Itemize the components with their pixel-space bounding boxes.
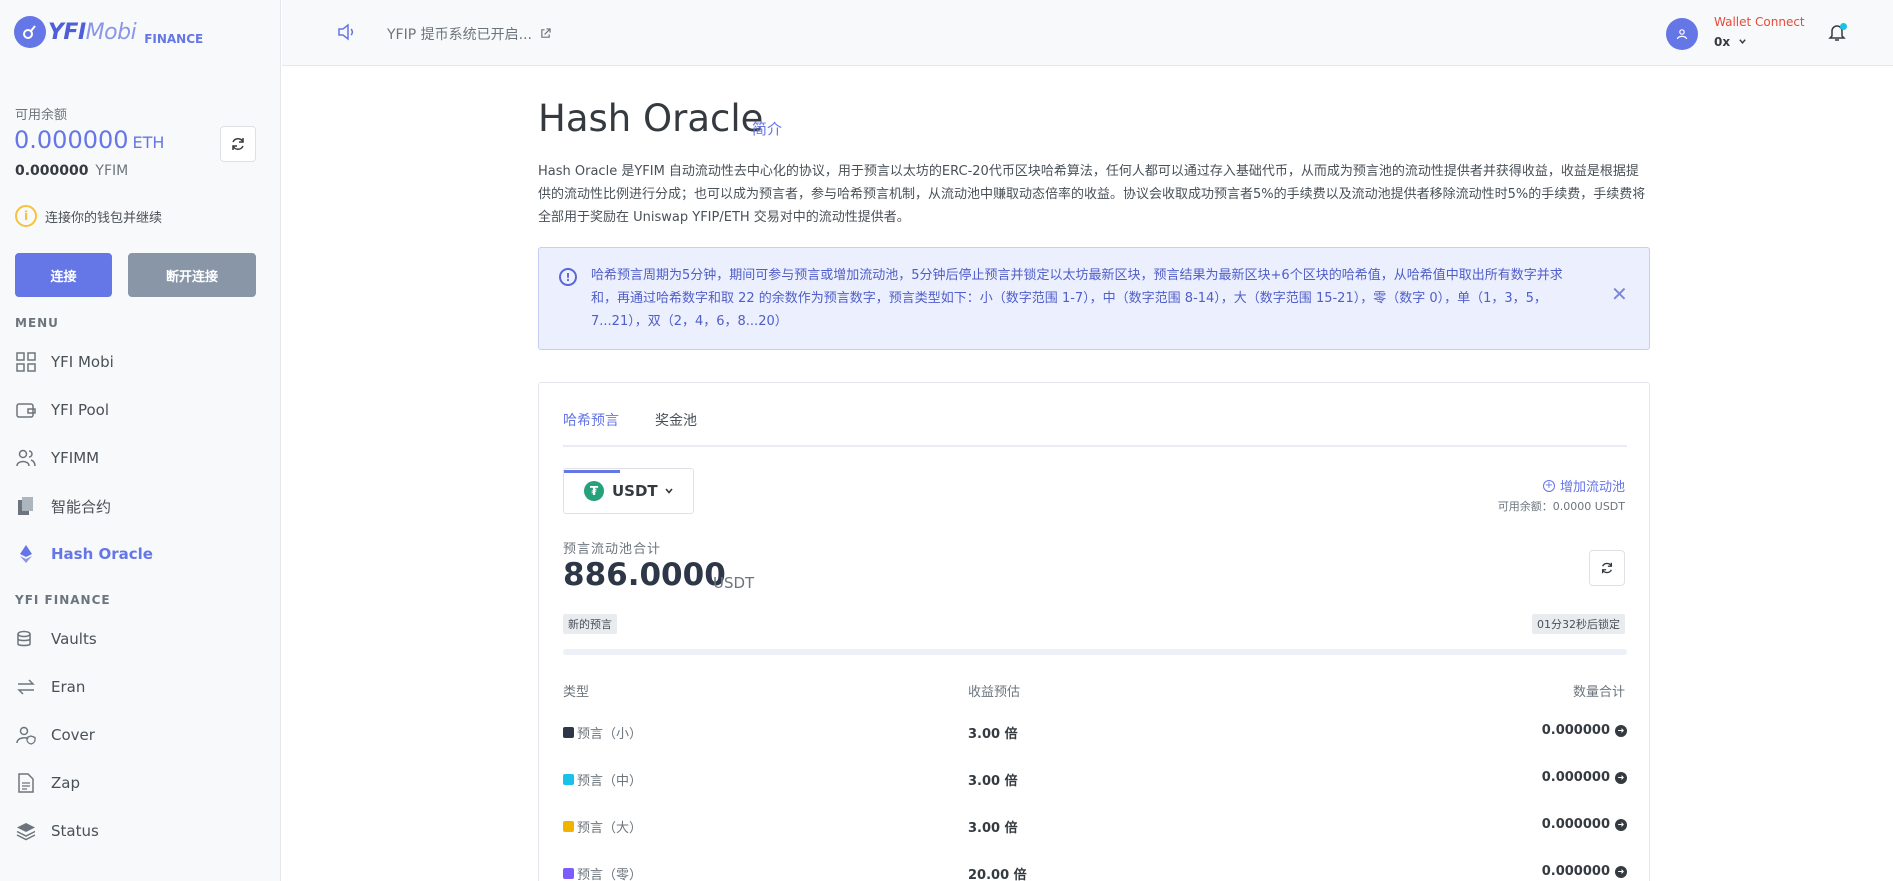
nav-item-smart-contract[interactable]: 智能合约: [15, 492, 111, 520]
lock-countdown-badge: 01分32秒后锁定: [1532, 614, 1625, 634]
row-type: 预言（零）: [577, 868, 643, 881]
documents-icon: [15, 495, 37, 517]
tether-icon: ₮: [584, 481, 604, 501]
page-title: Hash Oracle: [538, 97, 764, 140]
balance-label: 可用余额: [15, 108, 68, 123]
pool-total-label: 预言流动池合计: [563, 542, 662, 557]
tab-prize-pool[interactable]: 奖金池: [655, 410, 697, 430]
available-balance: 可用余额：0.0000 USDT: [1497, 500, 1625, 513]
row-type: 预言（大）: [577, 821, 643, 836]
arrow-right-icon: ➜: [1615, 724, 1627, 737]
row-type: 预言（中）: [577, 774, 643, 789]
alert-info-icon: !: [559, 268, 577, 286]
connect-button[interactable]: 连接: [15, 253, 112, 297]
pool-total-unit: USDT: [713, 574, 755, 592]
users-icon: [15, 447, 37, 469]
plus-circle-icon: +: [1542, 479, 1555, 492]
external-link-icon: [541, 28, 552, 38]
nav-item-yfi-pool[interactable]: YFI Pool: [15, 396, 109, 424]
avatar[interactable]: [1666, 18, 1698, 50]
wallet-icon: [15, 399, 37, 421]
tab-hash-prediction[interactable]: 哈希预言: [563, 410, 620, 473]
finance-section-title: YFI FINANCE: [15, 593, 111, 607]
yfim-balance: 0.000000 YFIM: [15, 163, 129, 179]
nav-item-status[interactable]: Status: [15, 817, 99, 845]
nav-item-zap[interactable]: Zap: [15, 769, 80, 797]
wallet-address-dropdown[interactable]: 0x: [1714, 35, 1747, 49]
refresh-icon: [1601, 562, 1613, 574]
nav-item-yfimm[interactable]: YFIMM: [15, 444, 99, 472]
row-qty-link[interactable]: 0.000000 ➜: [1542, 723, 1627, 738]
arrow-right-icon: ➜: [1615, 771, 1627, 784]
swap-icon: [15, 676, 37, 698]
table-row: 预言（小） 3.00 倍 0.000000 ➜: [563, 723, 1627, 745]
row-qty-link[interactable]: 0.000000 ➜: [1542, 770, 1627, 785]
topbar: YFIP 提币系统已开启... Wallet Connect 0x: [282, 0, 1893, 66]
info-icon: i: [15, 205, 37, 227]
row-odds: 3.00 倍: [968, 774, 1018, 789]
row-type: 预言（小）: [577, 727, 643, 742]
refresh-icon: [232, 138, 244, 150]
logo-mark-icon: [14, 16, 46, 48]
balance-refresh-button[interactable]: [220, 126, 256, 162]
color-swatch: [563, 821, 574, 832]
user-shield-icon: [15, 724, 37, 746]
wallet-notice: i 连接你的钱包并继续: [15, 205, 162, 227]
nav-item-hash-oracle[interactable]: Hash Oracle: [15, 540, 153, 568]
arrow-right-icon: ➜: [1615, 818, 1627, 831]
pool-refresh-button[interactable]: [1589, 550, 1625, 586]
alert-text: 哈希预言周期为5分钟，期间可参与预言或增加流动池，5分钟后停止预言并锁定以太坊最…: [591, 268, 1563, 329]
row-odds: 3.00 倍: [968, 727, 1018, 742]
arrow-right-icon: ➜: [1615, 865, 1627, 878]
page-intro-link[interactable]: 简介: [752, 118, 782, 139]
close-icon[interactable]: ✕: [1611, 282, 1628, 306]
speaker-icon: [337, 22, 357, 46]
chevron-down-icon: [1739, 39, 1747, 44]
info-alert: ! 哈希预言周期为5分钟，期间可参与预言或增加流动池，5分钟后停止预言并锁定以太…: [538, 247, 1650, 350]
brand-logo[interactable]: YFIMobi FINANCE: [14, 16, 203, 48]
eth-balance: 0.000000 ETH: [14, 126, 165, 154]
row-qty-link[interactable]: 0.000000 ➜: [1542, 864, 1627, 879]
pool-total-value: 886.0000: [563, 557, 726, 593]
sidebar: YFIMobi FINANCE 可用余额 0.000000 ETH 0.00000…: [0, 0, 281, 881]
oracle-card: 哈希预言 奖金池 ₮ USDT + 增加流动池 可用余额：0.0000 USDT…: [538, 382, 1650, 881]
notification-dot: [1840, 23, 1847, 30]
tab-bar: 哈希预言 奖金池: [563, 383, 1627, 473]
user-icon: [1676, 29, 1688, 40]
color-swatch: [563, 868, 574, 879]
token-select[interactable]: ₮ USDT: [563, 468, 694, 514]
row-qty-link[interactable]: 0.000000 ➜: [1542, 817, 1627, 832]
table-row: 预言（中） 3.00 倍 0.000000 ➜: [563, 770, 1627, 792]
file-icon: [15, 772, 37, 794]
header-type: 类型: [563, 685, 590, 700]
disconnect-button[interactable]: 断开连接: [128, 253, 256, 297]
add-liquidity-link[interactable]: + 增加流动池: [1542, 476, 1625, 495]
nav-item-vaults[interactable]: Vaults: [15, 625, 97, 653]
color-swatch: [563, 727, 574, 738]
chevron-down-icon: [665, 488, 673, 494]
round-progress-bar: [563, 649, 1627, 655]
page-description: Hash Oracle 是YFIM 自动流动性去中心化的协议，用于预言以太坊的E…: [538, 164, 1646, 225]
nav-item-eran[interactable]: Eran: [15, 673, 85, 701]
nav-item-yfi-mobi[interactable]: YFI Mobi: [15, 348, 114, 376]
wallet-connect-label[interactable]: Wallet Connect: [1714, 15, 1805, 29]
menu-section-title: MENU: [15, 316, 59, 330]
layers-icon: [15, 820, 37, 842]
ethereum-icon: [15, 543, 37, 565]
announcement-link[interactable]: YFIP 提币系统已开启...: [387, 24, 552, 44]
nav-item-cover[interactable]: Cover: [15, 721, 95, 749]
brand-name: YFIMobi: [48, 19, 137, 45]
brand-sub: FINANCE: [144, 32, 204, 46]
color-swatch: [563, 774, 574, 785]
coins-icon: [15, 628, 37, 650]
header-odds: 收益预估: [968, 685, 1021, 700]
grid-icon: [15, 351, 37, 373]
status-badge-new: 新的预言: [563, 614, 617, 634]
table-row: 预言（大） 3.00 倍 0.000000 ➜: [563, 817, 1627, 839]
header-qty: 数量合计: [1572, 685, 1625, 700]
row-odds: 20.00 倍: [968, 868, 1027, 881]
row-odds: 3.00 倍: [968, 821, 1018, 836]
table-row: 预言（零） 20.00 倍 0.000000 ➜: [563, 864, 1627, 881]
